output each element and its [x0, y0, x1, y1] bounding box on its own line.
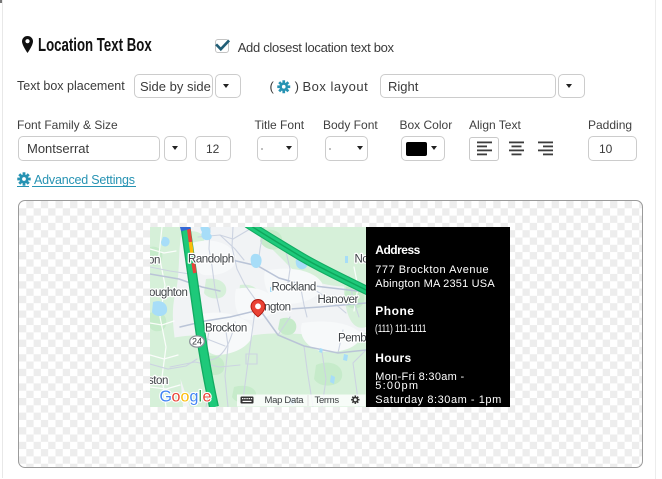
svg-text:e: e	[203, 389, 212, 406]
svg-text:No: No	[355, 254, 366, 266]
svg-text:g: g	[190, 389, 199, 406]
svg-text:o: o	[172, 389, 181, 406]
svg-text:Randolph: Randolph	[188, 254, 234, 266]
svg-text:oughton: oughton	[150, 287, 187, 299]
svg-text:Terms: Terms	[315, 395, 340, 406]
svg-text:Brockton: Brockton	[205, 323, 247, 335]
svg-text:G: G	[160, 389, 172, 406]
svg-text:Rockland: Rockland	[272, 282, 316, 294]
svg-text:l: l	[199, 389, 202, 406]
svg-text:24: 24	[192, 337, 202, 347]
svg-text:on: on	[150, 255, 160, 267]
svg-text:ington: ington	[262, 302, 291, 314]
svg-text:ston: ston	[150, 375, 168, 387]
svg-text:Pemb: Pemb	[338, 333, 366, 345]
svg-text:Hanover: Hanover	[318, 294, 359, 306]
svg-text:Map Data: Map Data	[265, 395, 305, 406]
svg-text:o: o	[181, 389, 190, 406]
